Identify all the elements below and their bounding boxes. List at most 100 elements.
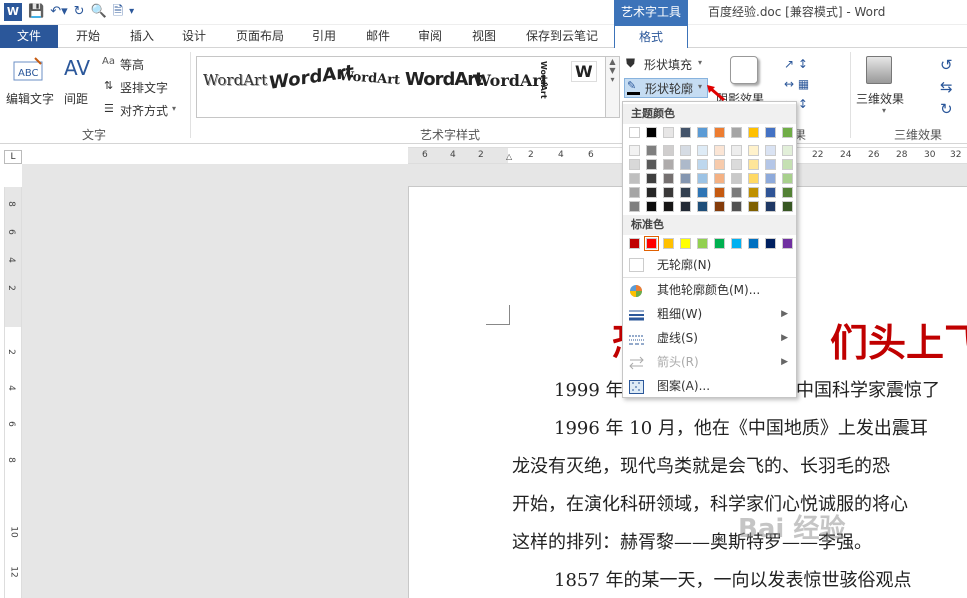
undo-icon[interactable]: ↶▾ [50, 3, 67, 21]
tab-home[interactable]: 开始 [70, 25, 106, 48]
no-outline-item[interactable]: 无轮廓(N) [623, 254, 796, 276]
theme-shade-swatch[interactable] [663, 145, 674, 156]
weight-item[interactable]: 粗细(W) ▶ [623, 303, 796, 325]
tab-view[interactable]: 视图 [466, 25, 502, 48]
wordart-sample[interactable]: WordArt [203, 71, 267, 89]
shape-fill-button[interactable]: 形状填充 [644, 56, 692, 73]
theme-shade-swatch[interactable] [697, 145, 708, 156]
theme-shade-swatch[interactable] [646, 145, 657, 156]
tab-insert[interactable]: 插入 [124, 25, 160, 48]
theme-shade-swatch[interactable] [765, 187, 776, 198]
more-outline-colors-item[interactable]: 其他轮廓颜色(M)... [623, 279, 796, 301]
theme-shade-swatch[interactable] [748, 201, 759, 212]
wordart-sample[interactable]: WordArt [473, 71, 548, 90]
theme-shade-swatch[interactable] [748, 173, 759, 184]
theme-shade-swatch[interactable] [697, 173, 708, 184]
theme-shade-swatch[interactable] [680, 173, 691, 184]
tab-references[interactable]: 引用 [306, 25, 342, 48]
theme-color-swatch[interactable] [646, 127, 657, 138]
theme-color-swatch[interactable] [680, 127, 691, 138]
dashes-item[interactable]: 虚线(S) ▶ [623, 327, 796, 349]
theme-shade-swatch[interactable] [731, 173, 742, 184]
shape-outline-dropdown-icon[interactable]: ▾ [698, 82, 702, 91]
theme-shade-swatch[interactable] [714, 187, 725, 198]
theme-shade-swatch[interactable] [782, 173, 793, 184]
align-button[interactable]: 对齐方式 [120, 102, 168, 119]
theme-shade-swatch[interactable] [697, 201, 708, 212]
standard-color-swatch[interactable] [644, 236, 659, 251]
standard-color-swatch[interactable] [731, 238, 742, 249]
theme-shade-swatch[interactable] [782, 187, 793, 198]
theme-shade-swatch[interactable] [731, 159, 742, 170]
wordart-sample-vertical[interactable]: WordArt [539, 61, 548, 117]
spacing-button[interactable]: 间距 [64, 90, 88, 107]
3d-effect-button[interactable]: 三维效果 [856, 90, 904, 107]
3d-effect-icon[interactable] [866, 56, 892, 84]
theme-shade-swatch[interactable] [663, 159, 674, 170]
theme-color-swatch[interactable] [663, 127, 674, 138]
theme-shade-swatch[interactable] [765, 159, 776, 170]
redo-icon[interactable]: ↻ [74, 3, 85, 21]
theme-shade-swatch[interactable] [697, 187, 708, 198]
theme-color-swatch[interactable] [748, 127, 759, 138]
theme-shade-swatch[interactable] [765, 145, 776, 156]
theme-shade-swatch[interactable] [731, 187, 742, 198]
theme-shade-swatch[interactable] [731, 145, 742, 156]
theme-shade-swatch[interactable] [782, 145, 793, 156]
theme-shade-swatch[interactable] [731, 201, 742, 212]
tab-layout[interactable]: 页面布局 [230, 25, 290, 48]
indent-marker-icon[interactable]: △ [506, 152, 512, 161]
new-document-icon[interactable]: 🗎 [113, 3, 123, 21]
align-dropdown-icon[interactable]: ▾ [172, 104, 176, 113]
standard-color-swatch[interactable] [663, 238, 674, 249]
theme-shade-swatch[interactable] [782, 201, 793, 212]
theme-color-swatch[interactable] [697, 127, 708, 138]
theme-shade-swatch[interactable] [748, 145, 759, 156]
print-preview-icon[interactable]: 🔍 [91, 3, 107, 21]
theme-shade-swatch[interactable] [646, 187, 657, 198]
tab-review[interactable]: 审阅 [412, 25, 448, 48]
spacing-icon[interactable]: AV [64, 56, 90, 80]
theme-color-swatch[interactable] [765, 127, 776, 138]
theme-shade-swatch[interactable] [629, 187, 640, 198]
tab-selector[interactable]: L [4, 150, 22, 164]
save-icon[interactable]: 💾 [28, 3, 44, 21]
theme-shade-swatch[interactable] [629, 173, 640, 184]
tab-file[interactable]: 文件 [0, 25, 58, 48]
tab-cloud-notes[interactable]: 保存到云笔记 [520, 25, 604, 48]
shadow-effect-icon[interactable] [730, 56, 758, 84]
vertical-text-button[interactable]: 竖排文字 [120, 79, 168, 96]
theme-shade-swatch[interactable] [663, 201, 674, 212]
wordart-sample[interactable]: WordArt [405, 69, 484, 90]
theme-shade-swatch[interactable] [765, 201, 776, 212]
tab-format[interactable]: 格式 [614, 25, 688, 48]
theme-shade-swatch[interactable] [629, 159, 640, 170]
theme-shade-swatch[interactable] [714, 201, 725, 212]
arrows-item[interactable]: 箭头(R) ▶ [623, 351, 796, 373]
theme-shade-swatch[interactable] [646, 173, 657, 184]
tab-design[interactable]: 设计 [176, 25, 212, 48]
theme-shade-swatch[interactable] [646, 159, 657, 170]
theme-shade-swatch[interactable] [680, 187, 691, 198]
standard-color-swatch[interactable] [748, 238, 759, 249]
theme-color-swatch[interactable] [714, 127, 725, 138]
theme-shade-swatch[interactable] [629, 145, 640, 156]
theme-shade-swatch[interactable] [680, 145, 691, 156]
theme-shade-swatch[interactable] [714, 159, 725, 170]
pattern-item[interactable]: 图案(A)... [623, 375, 796, 397]
theme-shade-swatch[interactable] [680, 201, 691, 212]
theme-shade-swatch[interactable] [697, 159, 708, 170]
theme-shade-swatch[interactable] [663, 173, 674, 184]
edit-text-icon[interactable]: ABC [8, 56, 48, 86]
customize-qat-icon[interactable]: ▾ [129, 3, 134, 21]
tab-mailings[interactable]: 邮件 [360, 25, 396, 48]
standard-color-swatch[interactable] [629, 238, 640, 249]
standard-color-swatch[interactable] [697, 238, 708, 249]
theme-shade-swatch[interactable] [765, 173, 776, 184]
wordart-sample[interactable]: W [571, 61, 597, 82]
standard-color-swatch[interactable] [782, 238, 793, 249]
theme-shade-swatch[interactable] [748, 187, 759, 198]
theme-shade-swatch[interactable] [714, 145, 725, 156]
3d-dropdown-icon[interactable]: ▾ [882, 106, 886, 115]
edit-text-button[interactable]: 编辑文字 [6, 90, 54, 107]
